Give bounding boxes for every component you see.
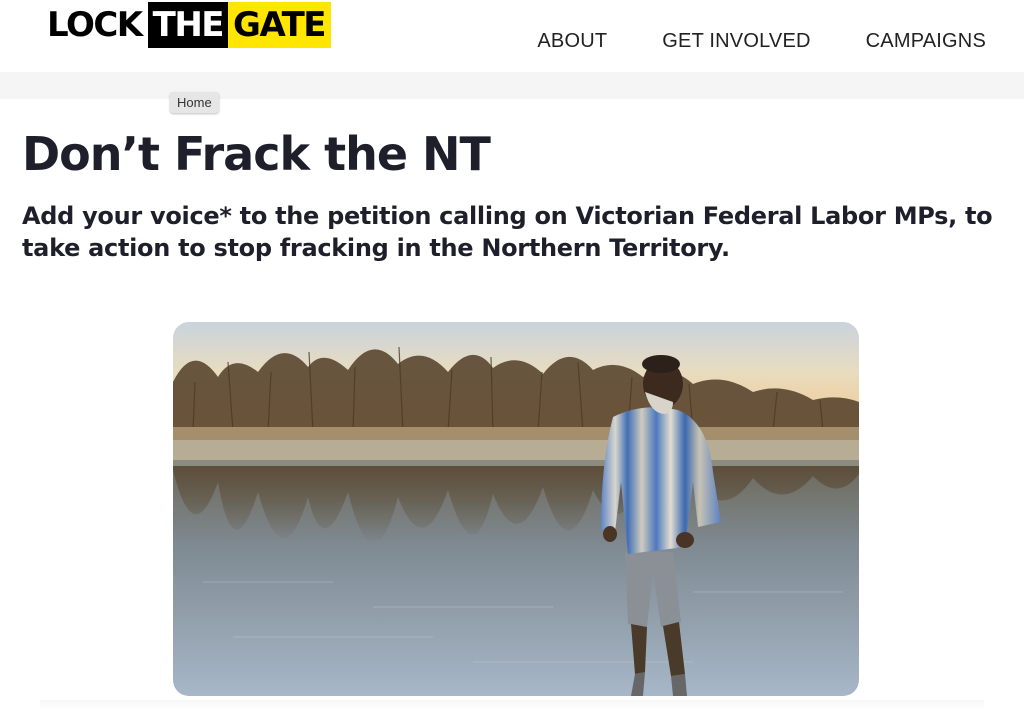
nav-about[interactable]: ABOUT	[537, 30, 607, 53]
section-divider	[40, 700, 984, 711]
page-title: Don’t Frack the NT	[22, 127, 491, 181]
breadcrumb-bar	[0, 72, 1024, 99]
page-subtitle: Add your voice* to the petition calling …	[22, 202, 993, 262]
breadcrumb-home-link[interactable]: Home	[170, 92, 219, 113]
logo-text-the: THE	[147, 2, 229, 48]
hero-image	[173, 322, 859, 696]
nav-campaigns[interactable]: CAMPAIGNS	[866, 30, 986, 53]
nav-get-involved[interactable]: GET INVOLVED	[662, 30, 810, 53]
logo-text-gate: GATE	[228, 2, 332, 48]
hero-photo-man-standing-in-river	[173, 322, 859, 696]
logo-text-lock: LOCK	[47, 5, 143, 45]
site-logo[interactable]: LOCK THE GATE	[47, 2, 332, 48]
site-header: LOCK THE GATE ABOUT GET INVOLVED CAMPAIG…	[0, 0, 1024, 72]
main-nav: ABOUT GET INVOLVED CAMPAIGNS	[537, 30, 986, 53]
